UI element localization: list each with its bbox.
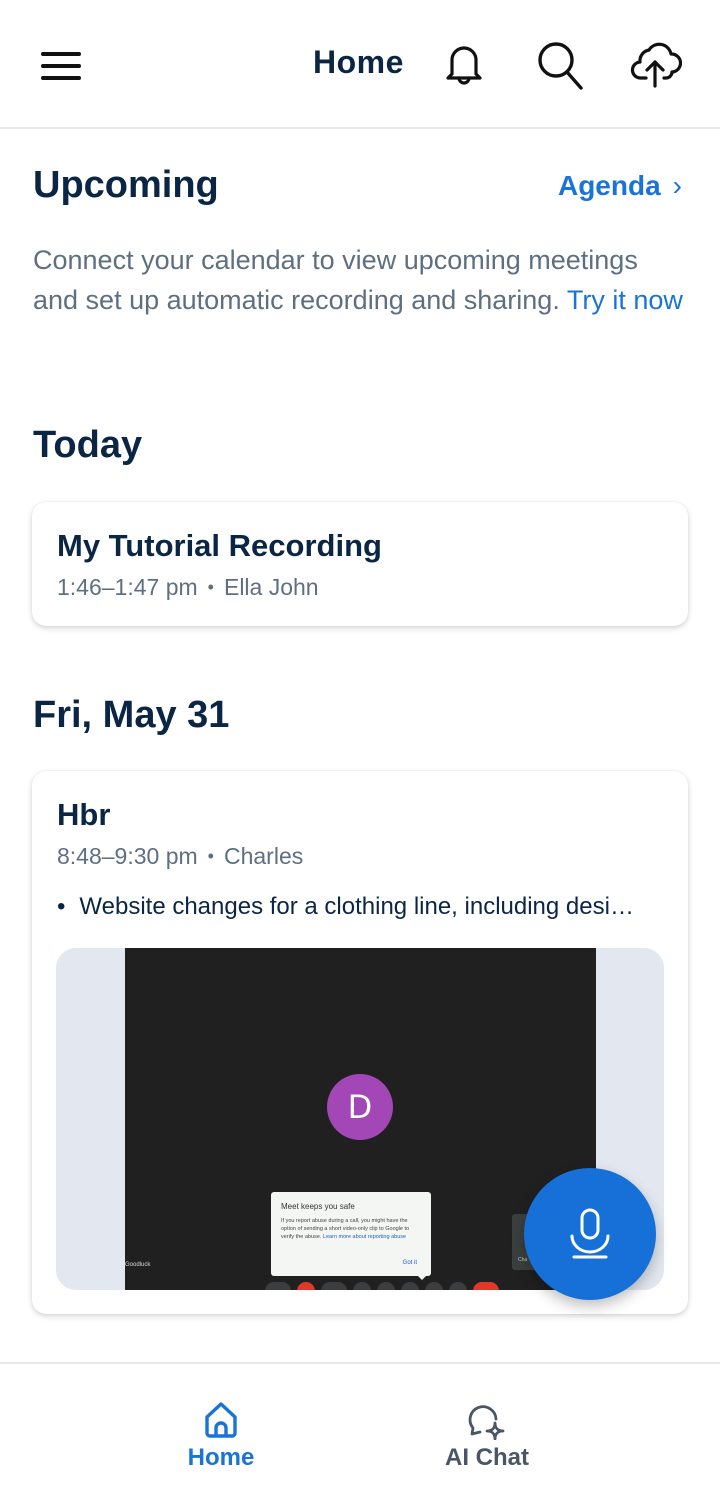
bell-icon[interactable]	[438, 38, 490, 92]
meeting-time: 8:48–9:30 pm	[57, 843, 198, 869]
popup-link: Learn more about reporting abuse	[322, 1234, 407, 1240]
nav-item-home[interactable]: Home	[156, 1400, 286, 1472]
toolbar-button	[377, 1282, 395, 1290]
meeting-owner: Ella John	[223, 574, 319, 600]
search-icon[interactable]	[533, 38, 585, 92]
agenda-label: Agenda	[557, 170, 661, 201]
toolbar-button	[401, 1282, 419, 1290]
nav-label-ai-chat: AI Chat	[445, 1444, 529, 1471]
page-title: Home	[313, 44, 404, 80]
meeting-card[interactable]: My Tutorial Recording 1:46–1:47 pm • Ell…	[32, 502, 688, 626]
summary-bullet: •	[57, 893, 66, 920]
popup-body: If you report abuse during a call, you m…	[281, 1217, 421, 1241]
nav-item-ai-chat[interactable]: AI Chat	[422, 1400, 552, 1472]
hamburger-menu-icon[interactable]	[40, 50, 84, 82]
meta-separator: •	[207, 846, 214, 866]
date-section-title: Fri, May 31	[33, 694, 230, 736]
record-fab-button[interactable]	[524, 1168, 656, 1300]
participant-avatar: D	[327, 1074, 393, 1140]
upcoming-description-text: Connect your calendar to view upcoming m…	[33, 245, 638, 315]
toolbar-button	[449, 1282, 467, 1290]
meeting-meta: 1:46–1:47 pm • Ella John	[57, 574, 319, 601]
home-icon	[205, 1402, 237, 1438]
toolbar-button	[353, 1282, 371, 1290]
meeting-title: My Tutorial Recording	[57, 528, 382, 563]
app-header: Home	[0, 0, 720, 129]
toolbar-button	[425, 1282, 443, 1290]
toolbar-button	[321, 1282, 347, 1290]
ai-chat-icon	[468, 1405, 505, 1440]
agenda-link[interactable]: Agenda ›	[558, 170, 682, 202]
popup-title: Meet keeps you safe	[281, 1202, 355, 1211]
microphone-icon	[570, 1208, 610, 1259]
chevron-right-icon: ›	[672, 170, 682, 201]
try-it-now-link[interactable]: Try it now	[567, 285, 683, 315]
nav-label-home: Home	[187, 1444, 255, 1471]
cloud-upload-icon[interactable]	[630, 38, 683, 92]
upcoming-description: Connect your calendar to view upcoming m…	[33, 240, 683, 320]
meeting-title: Hbr	[57, 797, 111, 832]
today-title: Today	[33, 424, 143, 466]
safety-popup: Meet keeps you safe If you report abuse …	[271, 1192, 431, 1276]
meeting-toolbar	[265, 1282, 499, 1290]
meeting-summary: • Website changes for a clothing line, i…	[57, 893, 634, 921]
popup-got-it: Got it	[402, 1260, 417, 1266]
meeting-time: 1:46–1:47 pm	[57, 574, 198, 600]
upcoming-title: Upcoming	[33, 164, 219, 206]
bottom-navigation: Home AI Chat	[0, 1362, 720, 1507]
meeting-meta: 8:48–9:30 pm • Charles	[57, 843, 303, 870]
meta-separator: •	[207, 577, 214, 597]
toolbar-button	[265, 1282, 291, 1290]
side-tile-label: Cha	[518, 1257, 528, 1263]
summary-text: Website changes for a clothing line, inc…	[79, 893, 634, 920]
end-call-button	[473, 1282, 499, 1290]
popup-arrow	[417, 1275, 427, 1280]
toolbar-button	[297, 1282, 315, 1290]
participant-name-tag: Goodluck	[125, 1262, 151, 1268]
meeting-owner: Charles	[223, 843, 304, 869]
